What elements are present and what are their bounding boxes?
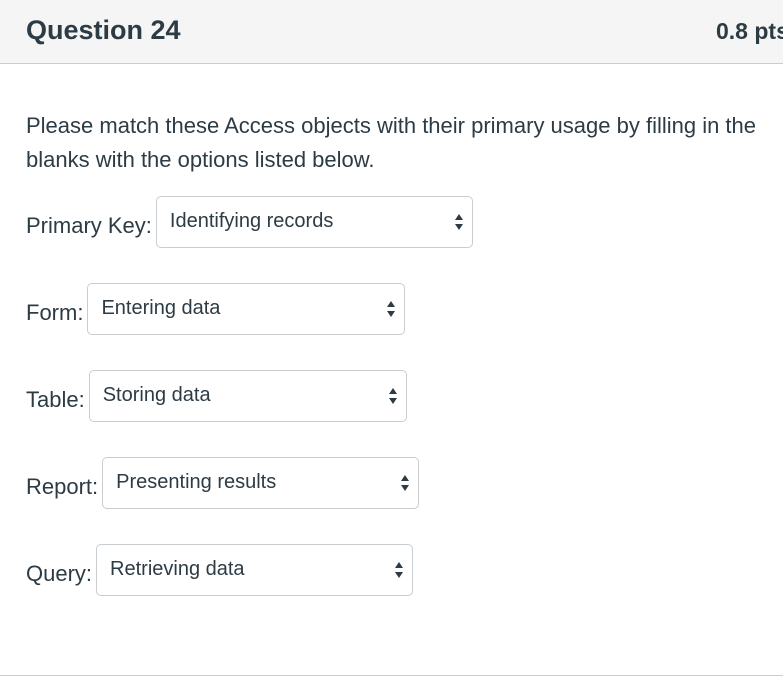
match-select-primary-key[interactable]: Identifying records (155, 196, 473, 248)
match-label-report: Report: (26, 474, 99, 499)
match-row-report: Report: Presenting results (26, 456, 420, 510)
match-select-value: Entering data (101, 297, 221, 319)
match-select-query[interactable]: Retrieving data (96, 544, 414, 596)
match-label-query: Query: (26, 561, 93, 586)
question-title: Question 24 (26, 15, 181, 45)
question-points: 0.8 pts (716, 18, 783, 44)
match-select-table[interactable]: Storing data (88, 370, 407, 422)
match-row-table: Table: Storing data (26, 369, 407, 423)
match-select-report[interactable]: Presenting results (102, 457, 420, 509)
match-select-value: Presenting results (116, 471, 277, 493)
up-down-chevron-icon (395, 562, 404, 578)
match-label-primary-key: Primary Key: (26, 213, 152, 238)
bottom-divider (0, 675, 783, 676)
up-down-chevron-icon (401, 475, 410, 491)
match-select-value: Retrieving data (110, 558, 245, 580)
match-select-value: Identifying records (169, 210, 334, 232)
match-select-value: Storing data (102, 384, 211, 406)
up-down-chevron-icon (388, 388, 397, 404)
question-prompt: Please match these Access objects with t… (26, 113, 757, 172)
up-down-chevron-icon (454, 214, 463, 230)
match-row-query: Query: Retrieving data (26, 543, 414, 597)
match-row-form: Form: Entering data (26, 282, 406, 336)
up-down-chevron-icon (387, 301, 396, 317)
match-row-primary-key: Primary Key: Identifying records (26, 195, 473, 249)
question-header: Question 24 0.8 pts (0, 0, 783, 64)
match-label-table: Table: (26, 387, 85, 412)
match-label-form: Form: (26, 300, 84, 325)
match-select-form[interactable]: Entering data (87, 283, 406, 335)
